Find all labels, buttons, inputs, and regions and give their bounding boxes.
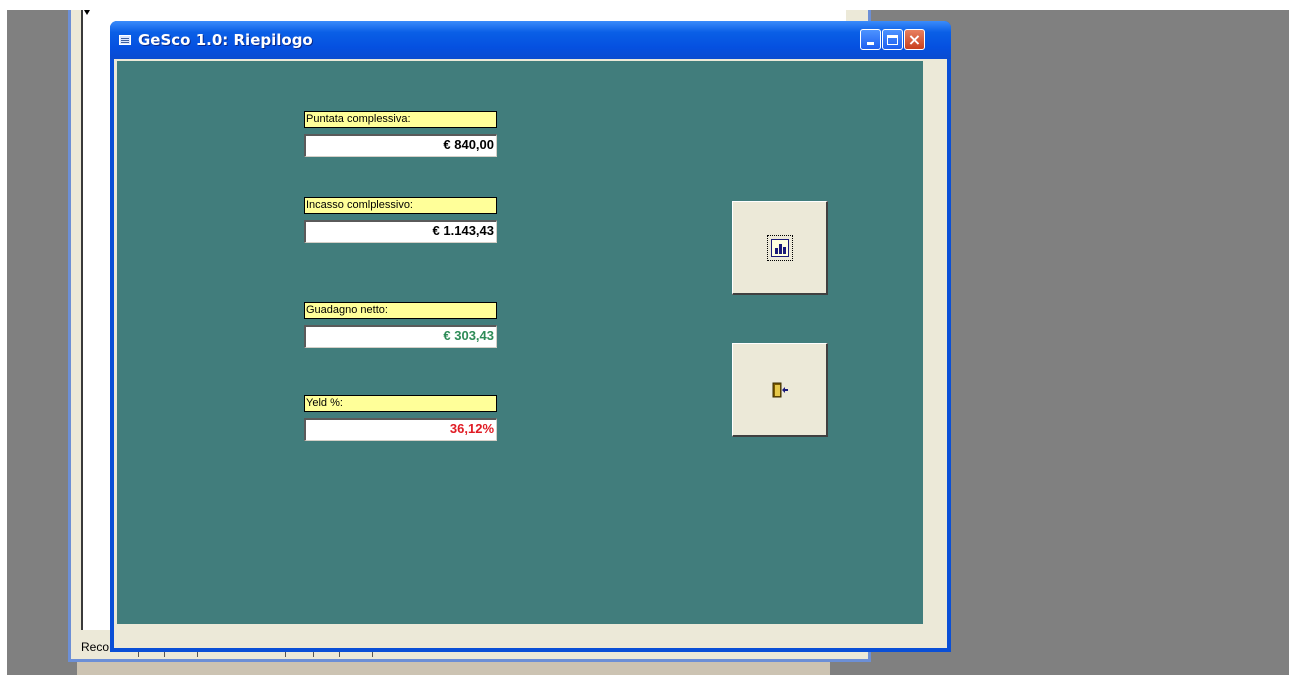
- form-detail-section: Puntata complessiva: € 840,00 Incasso co…: [117, 61, 923, 624]
- exit-button[interactable]: [732, 343, 828, 437]
- form-icon[interactable]: [119, 35, 131, 45]
- exit-door-icon: [772, 382, 788, 397]
- report-chart-icon: [770, 238, 789, 257]
- incasso-value[interactable]: € 1.143,43: [304, 220, 497, 243]
- window-client-area: Puntata complessiva: € 840,00 Incasso co…: [114, 59, 947, 648]
- incasso-label: Incasso comlplessivo:: [304, 197, 497, 214]
- report-button[interactable]: [732, 201, 828, 295]
- guadagno-value[interactable]: € 303,43: [304, 325, 497, 348]
- window-title: GeSco 1.0: Riepilogo: [138, 31, 313, 49]
- title-bar[interactable]: GeSco 1.0: Riepilogo ×: [110, 21, 951, 59]
- yeld-label: Yeld %:: [304, 395, 497, 412]
- yeld-value[interactable]: 36,12%: [304, 418, 497, 441]
- maximize-button[interactable]: [882, 29, 903, 50]
- puntata-label: Puntata complessiva:: [304, 111, 497, 128]
- minimize-button[interactable]: [860, 29, 881, 50]
- puntata-value[interactable]: € 840,00: [304, 134, 497, 157]
- maximize-icon: [887, 34, 898, 45]
- guadagno-label: Guadagno netto:: [304, 302, 497, 319]
- record-navigation-label: Reco: [81, 640, 110, 654]
- minimize-icon: [867, 42, 874, 45]
- close-button[interactable]: ×: [904, 29, 925, 50]
- record-selector-icon: [84, 10, 90, 15]
- focus-indicator: [766, 234, 793, 261]
- riepilogo-window: GeSco 1.0: Riepilogo × Puntata complessi…: [110, 21, 951, 652]
- taskbar-strip: [77, 660, 830, 675]
- close-icon: ×: [907, 29, 922, 49]
